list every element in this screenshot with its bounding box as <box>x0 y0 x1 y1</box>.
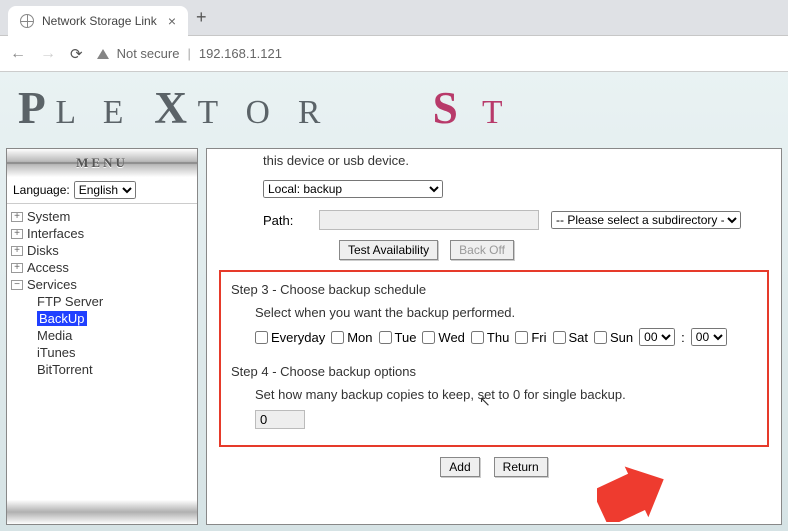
nav-tree: +System+Interfaces+Disks+Access−Services… <box>7 204 197 500</box>
sidebar-item-disks[interactable]: +Disks <box>9 242 195 259</box>
plus-icon[interactable]: + <box>11 246 23 256</box>
page-body: P L E X T O R S T MENU Language: English… <box>0 72 788 531</box>
sidebar-item-backup[interactable]: BackUp <box>9 310 195 327</box>
plextor-logo: P L E X T O R S T <box>18 79 788 135</box>
browser-address-bar: ← → ⟳ Not secure | 192.168.1.121 <box>0 36 788 72</box>
day-sat[interactable]: Sat <box>553 330 589 345</box>
url-text: 192.168.1.121 <box>199 46 282 61</box>
day-checkbox-sat[interactable] <box>553 331 566 344</box>
step3-subtitle: Select when you want the backup performe… <box>231 303 757 328</box>
menu-footer <box>7 500 197 524</box>
forward-icon: → <box>40 45 56 63</box>
day-checkbox-everyday[interactable] <box>255 331 268 344</box>
globe-icon <box>20 14 34 28</box>
sidebar-item-interfaces[interactable]: +Interfaces <box>9 225 195 242</box>
svg-text:S: S <box>433 83 466 133</box>
subdirectory-select[interactable]: -- Please select a subdirectory -- <box>551 211 741 229</box>
day-checkbox-sun[interactable] <box>594 331 607 344</box>
return-button[interactable]: Return <box>494 457 548 477</box>
day-fri[interactable]: Fri <box>515 330 546 345</box>
add-button[interactable]: Add <box>440 457 479 477</box>
day-tue[interactable]: Tue <box>379 330 417 345</box>
highlighted-steps-box: Step 3 - Choose backup schedule Select w… <box>219 270 769 447</box>
warning-icon <box>97 49 109 59</box>
day-mon[interactable]: Mon <box>331 330 372 345</box>
red-arrow-annotation <box>597 466 667 522</box>
local-destination-select[interactable]: Local: backup <box>263 180 443 198</box>
day-sun[interactable]: Sun <box>594 330 633 345</box>
language-label: Language: <box>13 183 70 197</box>
svg-text:X: X <box>154 83 187 133</box>
brand-banner: P L E X T O R S T <box>0 72 788 142</box>
browser-tab[interactable]: Network Storage Link × <box>8 6 188 36</box>
browser-tab-bar: Network Storage Link × + <box>0 0 788 36</box>
menu-header: MENU <box>7 149 197 177</box>
step4-title: Step 4 - Choose backup options <box>231 362 757 385</box>
sidebar-item-system[interactable]: +System <box>9 208 195 225</box>
address-field[interactable]: Not secure | 192.168.1.121 <box>97 46 282 61</box>
back-icon[interactable]: ← <box>10 45 26 63</box>
sidebar-item-access[interactable]: +Access <box>9 259 195 276</box>
step3-title: Step 3 - Choose backup schedule <box>231 280 757 303</box>
day-checkbox-wed[interactable] <box>422 331 435 344</box>
days-row: Everyday Mon Tue Wed Thu Fri Sat Sun00 :… <box>231 328 757 352</box>
svg-text:L E: L E <box>56 94 134 131</box>
reload-icon[interactable]: ⟳ <box>70 45 83 63</box>
plus-icon[interactable]: + <box>11 212 23 222</box>
day-thu[interactable]: Thu <box>471 330 509 345</box>
sidebar-item-ftp-server[interactable]: FTP Server <box>9 293 195 310</box>
svg-text:T O R: T O R <box>198 94 331 131</box>
copies-input[interactable] <box>255 410 305 429</box>
day-checkbox-tue[interactable] <box>379 331 392 344</box>
hour-select[interactable]: 00 <box>639 328 675 346</box>
sidebar-item-media[interactable]: Media <box>9 327 195 344</box>
plus-icon[interactable]: + <box>11 229 23 239</box>
language-select[interactable]: English <box>74 181 136 199</box>
svg-text:T: T <box>482 94 512 131</box>
day-checkbox-thu[interactable] <box>471 331 484 344</box>
back-off-button[interactable]: Back Off <box>450 240 514 260</box>
minus-icon[interactable]: − <box>11 280 23 290</box>
close-icon[interactable]: × <box>168 13 176 29</box>
sidebar-item-bittorrent[interactable]: BitTorrent <box>9 361 195 378</box>
day-checkbox-fri[interactable] <box>515 331 528 344</box>
main-panel: this device or usb device. Local: backup… <box>206 148 782 525</box>
tab-title: Network Storage Link <box>42 14 157 28</box>
day-everyday[interactable]: Everyday <box>255 330 325 345</box>
svg-text:P: P <box>18 83 52 133</box>
not-secure-label: Not secure <box>117 46 180 61</box>
path-label: Path: <box>263 213 307 228</box>
language-row: Language: English <box>7 177 197 204</box>
intro-fragment: this device or usb device. <box>219 149 769 176</box>
test-availability-button[interactable]: Test Availability <box>339 240 438 260</box>
sidebar: MENU Language: English +System+Interface… <box>6 148 198 525</box>
new-tab-button[interactable]: + <box>196 7 207 28</box>
day-checkbox-mon[interactable] <box>331 331 344 344</box>
sidebar-item-services[interactable]: −Services <box>9 276 195 293</box>
plus-icon[interactable]: + <box>11 263 23 273</box>
step4-subtitle: Set how many backup copies to keep, set … <box>231 385 757 410</box>
day-wed[interactable]: Wed <box>422 330 465 345</box>
sidebar-item-itunes[interactable]: iTunes <box>9 344 195 361</box>
path-input[interactable] <box>319 210 539 230</box>
minute-select[interactable]: 00 <box>691 328 727 346</box>
